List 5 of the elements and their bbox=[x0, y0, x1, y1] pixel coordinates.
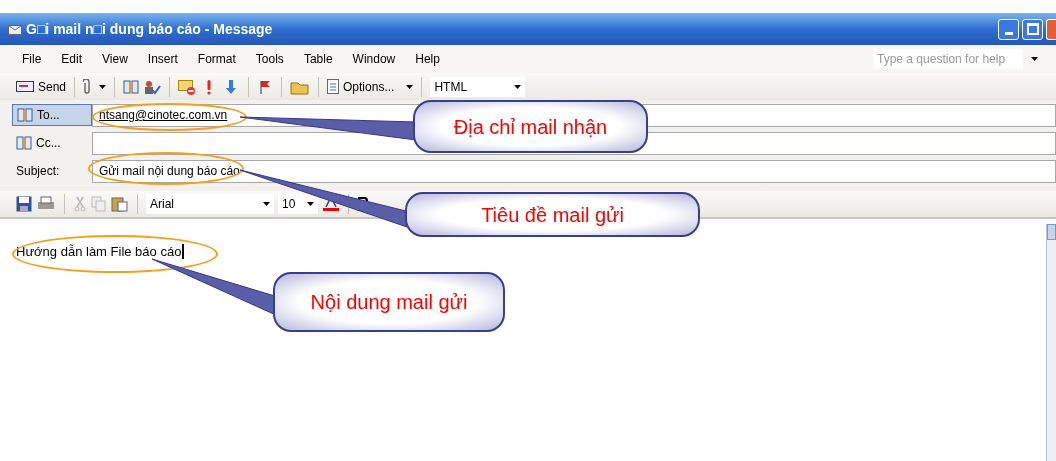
field-label: Subject: bbox=[15, 163, 60, 180]
window-title: G□i mail n□i dung báo cáo - Message bbox=[26, 19, 273, 39]
callout-text: Địa chỉ mail nhận bbox=[453, 114, 608, 140]
callout-text: Tiêu đề mail gửi bbox=[481, 202, 624, 228]
callout-text: Nội dung mail gửi bbox=[310, 290, 468, 315]
